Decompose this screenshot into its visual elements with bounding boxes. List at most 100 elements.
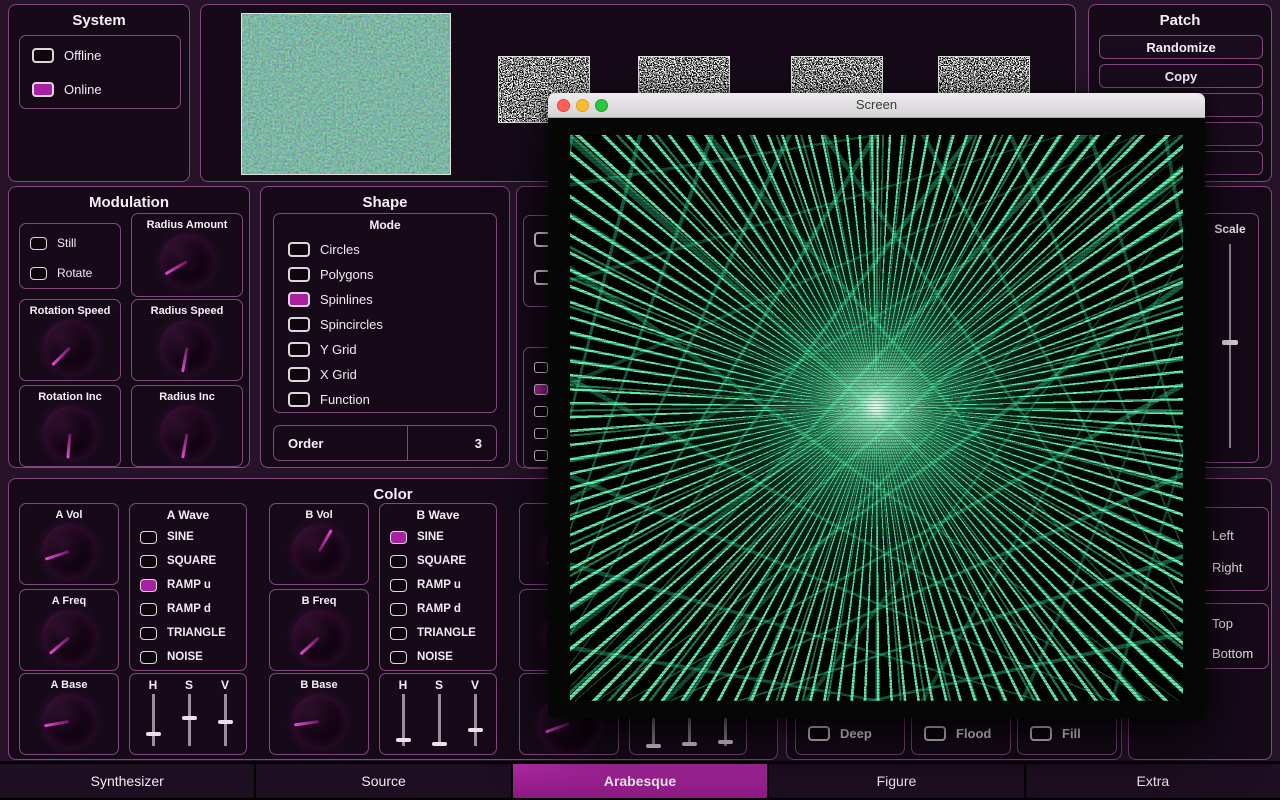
fill-checkbox[interactable] xyxy=(1030,726,1052,741)
b-v-slider[interactable]: V xyxy=(460,678,490,746)
a-square-row[interactable]: SQUARE xyxy=(130,550,246,572)
hidden-checkbox[interactable] xyxy=(534,450,548,461)
b-sine-checkbox[interactable] xyxy=(390,531,407,544)
mode-xgrid-row[interactable]: X Grid xyxy=(274,363,496,385)
deep-checkbox[interactable] xyxy=(808,726,830,741)
b-rampu-checkbox[interactable] xyxy=(390,579,407,592)
b-noise-row[interactable]: NOISE xyxy=(380,646,496,668)
a-sine-checkbox[interactable] xyxy=(140,531,157,544)
a-triangle-row[interactable]: TRIANGLE xyxy=(130,622,246,644)
a-vol-knob[interactable] xyxy=(42,524,96,578)
slider-thumb[interactable] xyxy=(468,728,483,732)
radius-amount-knob[interactable] xyxy=(160,234,214,288)
hidden-checkbox[interactable] xyxy=(534,362,548,373)
slider-thumb[interactable] xyxy=(718,740,733,744)
mode-ygrid-row[interactable]: Y Grid xyxy=(274,338,496,360)
spinlines-label: Spinlines xyxy=(320,292,373,307)
slider-thumb[interactable] xyxy=(396,738,411,742)
function-checkbox[interactable] xyxy=(288,392,310,407)
b-noise-checkbox[interactable] xyxy=(390,651,407,664)
mode-circles-row[interactable]: Circles xyxy=(274,238,496,260)
a-s-slider[interactable]: S xyxy=(174,678,204,746)
b-s-slider[interactable]: S xyxy=(424,678,454,746)
slider-track[interactable] xyxy=(188,694,191,746)
a-base-knob[interactable] xyxy=(42,694,96,748)
slider-track[interactable] xyxy=(224,694,227,746)
a-noise-checkbox[interactable] xyxy=(140,651,157,664)
tab-arabesque[interactable]: Arabesque xyxy=(513,764,767,798)
b-rampu-row[interactable]: RAMP u xyxy=(380,574,496,596)
mode-polygons-row[interactable]: Polygons xyxy=(274,263,496,285)
spincircles-checkbox[interactable] xyxy=(288,317,310,332)
randomize-button[interactable]: Randomize xyxy=(1099,35,1263,59)
rotation-inc-knob[interactable] xyxy=(43,406,97,460)
a-freq-knob[interactable] xyxy=(42,610,96,664)
scale-slider-thumb[interactable] xyxy=(1222,340,1238,345)
b-sine-row[interactable]: SINE xyxy=(380,526,496,548)
polygons-checkbox[interactable] xyxy=(288,267,310,282)
b-vol-knob[interactable] xyxy=(292,524,346,578)
slider-thumb[interactable] xyxy=(146,732,161,736)
b-triangle-checkbox[interactable] xyxy=(390,627,407,640)
online-row[interactable]: Online xyxy=(20,78,180,100)
circles-checkbox[interactable] xyxy=(288,242,310,257)
a-noise-row[interactable]: NOISE xyxy=(130,646,246,668)
slider-track[interactable] xyxy=(438,694,441,746)
b-h-slider[interactable]: H xyxy=(388,678,418,746)
slider-thumb[interactable] xyxy=(218,720,233,724)
xgrid-checkbox[interactable] xyxy=(288,367,310,382)
spinlines-checkbox[interactable] xyxy=(288,292,310,307)
slider-track[interactable] xyxy=(474,694,477,746)
b-square-row[interactable]: SQUARE xyxy=(380,550,496,572)
slider-thumb[interactable] xyxy=(646,744,661,748)
b-square-checkbox[interactable] xyxy=(390,555,407,568)
a-h-slider[interactable]: H xyxy=(138,678,168,746)
mode-spincircles-row[interactable]: Spincircles xyxy=(274,313,496,335)
radius-inc-knob[interactable] xyxy=(160,406,214,460)
offline-row[interactable]: Offline xyxy=(20,44,180,66)
slider-thumb[interactable] xyxy=(432,742,447,746)
radius-speed-knob[interactable] xyxy=(160,320,214,374)
mode-function-row[interactable]: Function xyxy=(274,388,496,410)
tab-synthesizer[interactable]: Synthesizer xyxy=(0,764,254,798)
scale-slider-track[interactable] xyxy=(1229,244,1231,448)
still-row[interactable]: Still xyxy=(20,232,120,254)
ygrid-checkbox[interactable] xyxy=(288,342,310,357)
hidden-checkbox[interactable] xyxy=(534,428,548,439)
b-rampd-row[interactable]: RAMP d xyxy=(380,598,496,620)
a-rampu-checkbox[interactable] xyxy=(140,579,157,592)
online-checkbox[interactable] xyxy=(32,82,54,97)
tab-source[interactable]: Source xyxy=(256,764,510,798)
flood-checkbox[interactable] xyxy=(924,726,946,741)
a-rampd-row[interactable]: RAMP d xyxy=(130,598,246,620)
rotate-row[interactable]: Rotate xyxy=(20,262,120,284)
slider-thumb[interactable] xyxy=(182,716,197,720)
a-triangle-checkbox[interactable] xyxy=(140,627,157,640)
b-base-knob[interactable] xyxy=(292,694,346,748)
mode-spinlines-row[interactable]: Spinlines xyxy=(274,288,496,310)
window-titlebar[interactable]: Screen xyxy=(548,93,1205,118)
slider-track[interactable] xyxy=(402,694,405,746)
slider-thumb[interactable] xyxy=(682,742,697,746)
rotation-speed-control: Rotation Speed xyxy=(19,299,121,381)
b-rampd-checkbox[interactable] xyxy=(390,603,407,616)
a-rampd-checkbox[interactable] xyxy=(140,603,157,616)
tab-figure[interactable]: Figure xyxy=(769,764,1023,798)
b-triangle-row[interactable]: TRIANGLE xyxy=(380,622,496,644)
hidden-checkbox[interactable] xyxy=(534,384,548,395)
b-freq-knob[interactable] xyxy=(292,610,346,664)
a-square-checkbox[interactable] xyxy=(140,555,157,568)
rotate-checkbox[interactable] xyxy=(30,267,47,280)
a-sine-row[interactable]: SINE xyxy=(130,526,246,548)
slider-track[interactable] xyxy=(152,694,155,746)
offline-checkbox[interactable] xyxy=(32,48,54,63)
system-title: System xyxy=(9,12,189,29)
hidden-checkbox[interactable] xyxy=(534,406,548,417)
order-value[interactable]: 3 xyxy=(407,426,496,460)
rotation-speed-knob[interactable] xyxy=(43,320,97,374)
copy-button[interactable]: Copy xyxy=(1099,64,1263,88)
a-rampu-row[interactable]: RAMP u xyxy=(130,574,246,596)
tab-extra[interactable]: Extra xyxy=(1026,764,1280,798)
a-v-slider[interactable]: V xyxy=(210,678,240,746)
still-checkbox[interactable] xyxy=(30,237,47,250)
